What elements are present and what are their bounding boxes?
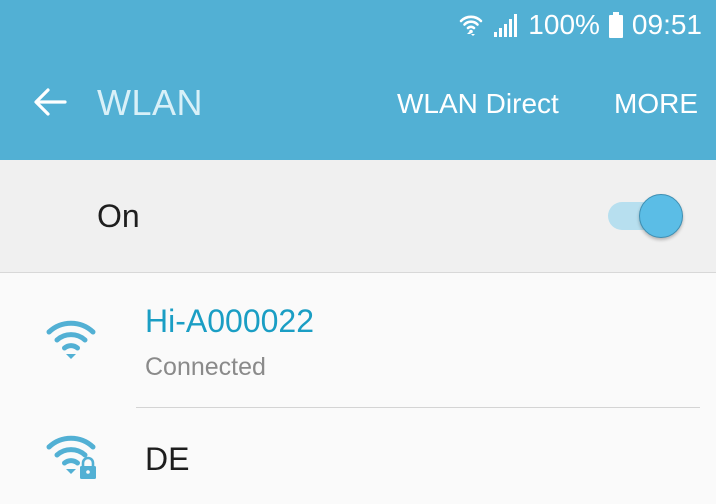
clock: 09:51 bbox=[631, 9, 702, 40]
status-bar: 100% 09:51 bbox=[0, 0, 716, 50]
wifi-status-icon bbox=[458, 12, 484, 38]
battery-percent: 100% bbox=[528, 9, 600, 40]
network-item[interactable]: DE bbox=[0, 408, 716, 504]
wlan-settings-screen: 100% 09:51 WLAN WLAN Direct MORE On Hi-A… bbox=[0, 0, 716, 504]
wlan-direct-button[interactable]: WLAN Direct bbox=[397, 88, 559, 120]
battery-icon bbox=[608, 11, 624, 39]
wlan-toggle-switch[interactable] bbox=[606, 194, 686, 238]
arrow-back-icon bbox=[33, 87, 67, 122]
toggle-thumb bbox=[639, 194, 683, 238]
network-list: Hi-A000022 Connected DE bbox=[0, 273, 716, 504]
wifi-lock-icon bbox=[44, 432, 102, 487]
status-bar-right: 100% 09:51 bbox=[458, 8, 702, 42]
wifi-icon bbox=[44, 317, 98, 368]
app-bar: WLAN WLAN Direct MORE bbox=[0, 50, 716, 160]
page-title: WLAN bbox=[97, 82, 204, 123]
wlan-master-switch-row[interactable]: On bbox=[0, 160, 716, 273]
signal-icon bbox=[492, 12, 520, 38]
switch-label: On bbox=[97, 198, 140, 234]
network-name: Hi-A000022 bbox=[145, 303, 314, 339]
more-button[interactable]: MORE bbox=[614, 88, 698, 120]
network-item[interactable]: Hi-A000022 Connected bbox=[0, 273, 716, 408]
network-name: DE bbox=[145, 441, 190, 477]
back-button[interactable] bbox=[22, 76, 78, 132]
network-status: Connected bbox=[145, 353, 266, 381]
